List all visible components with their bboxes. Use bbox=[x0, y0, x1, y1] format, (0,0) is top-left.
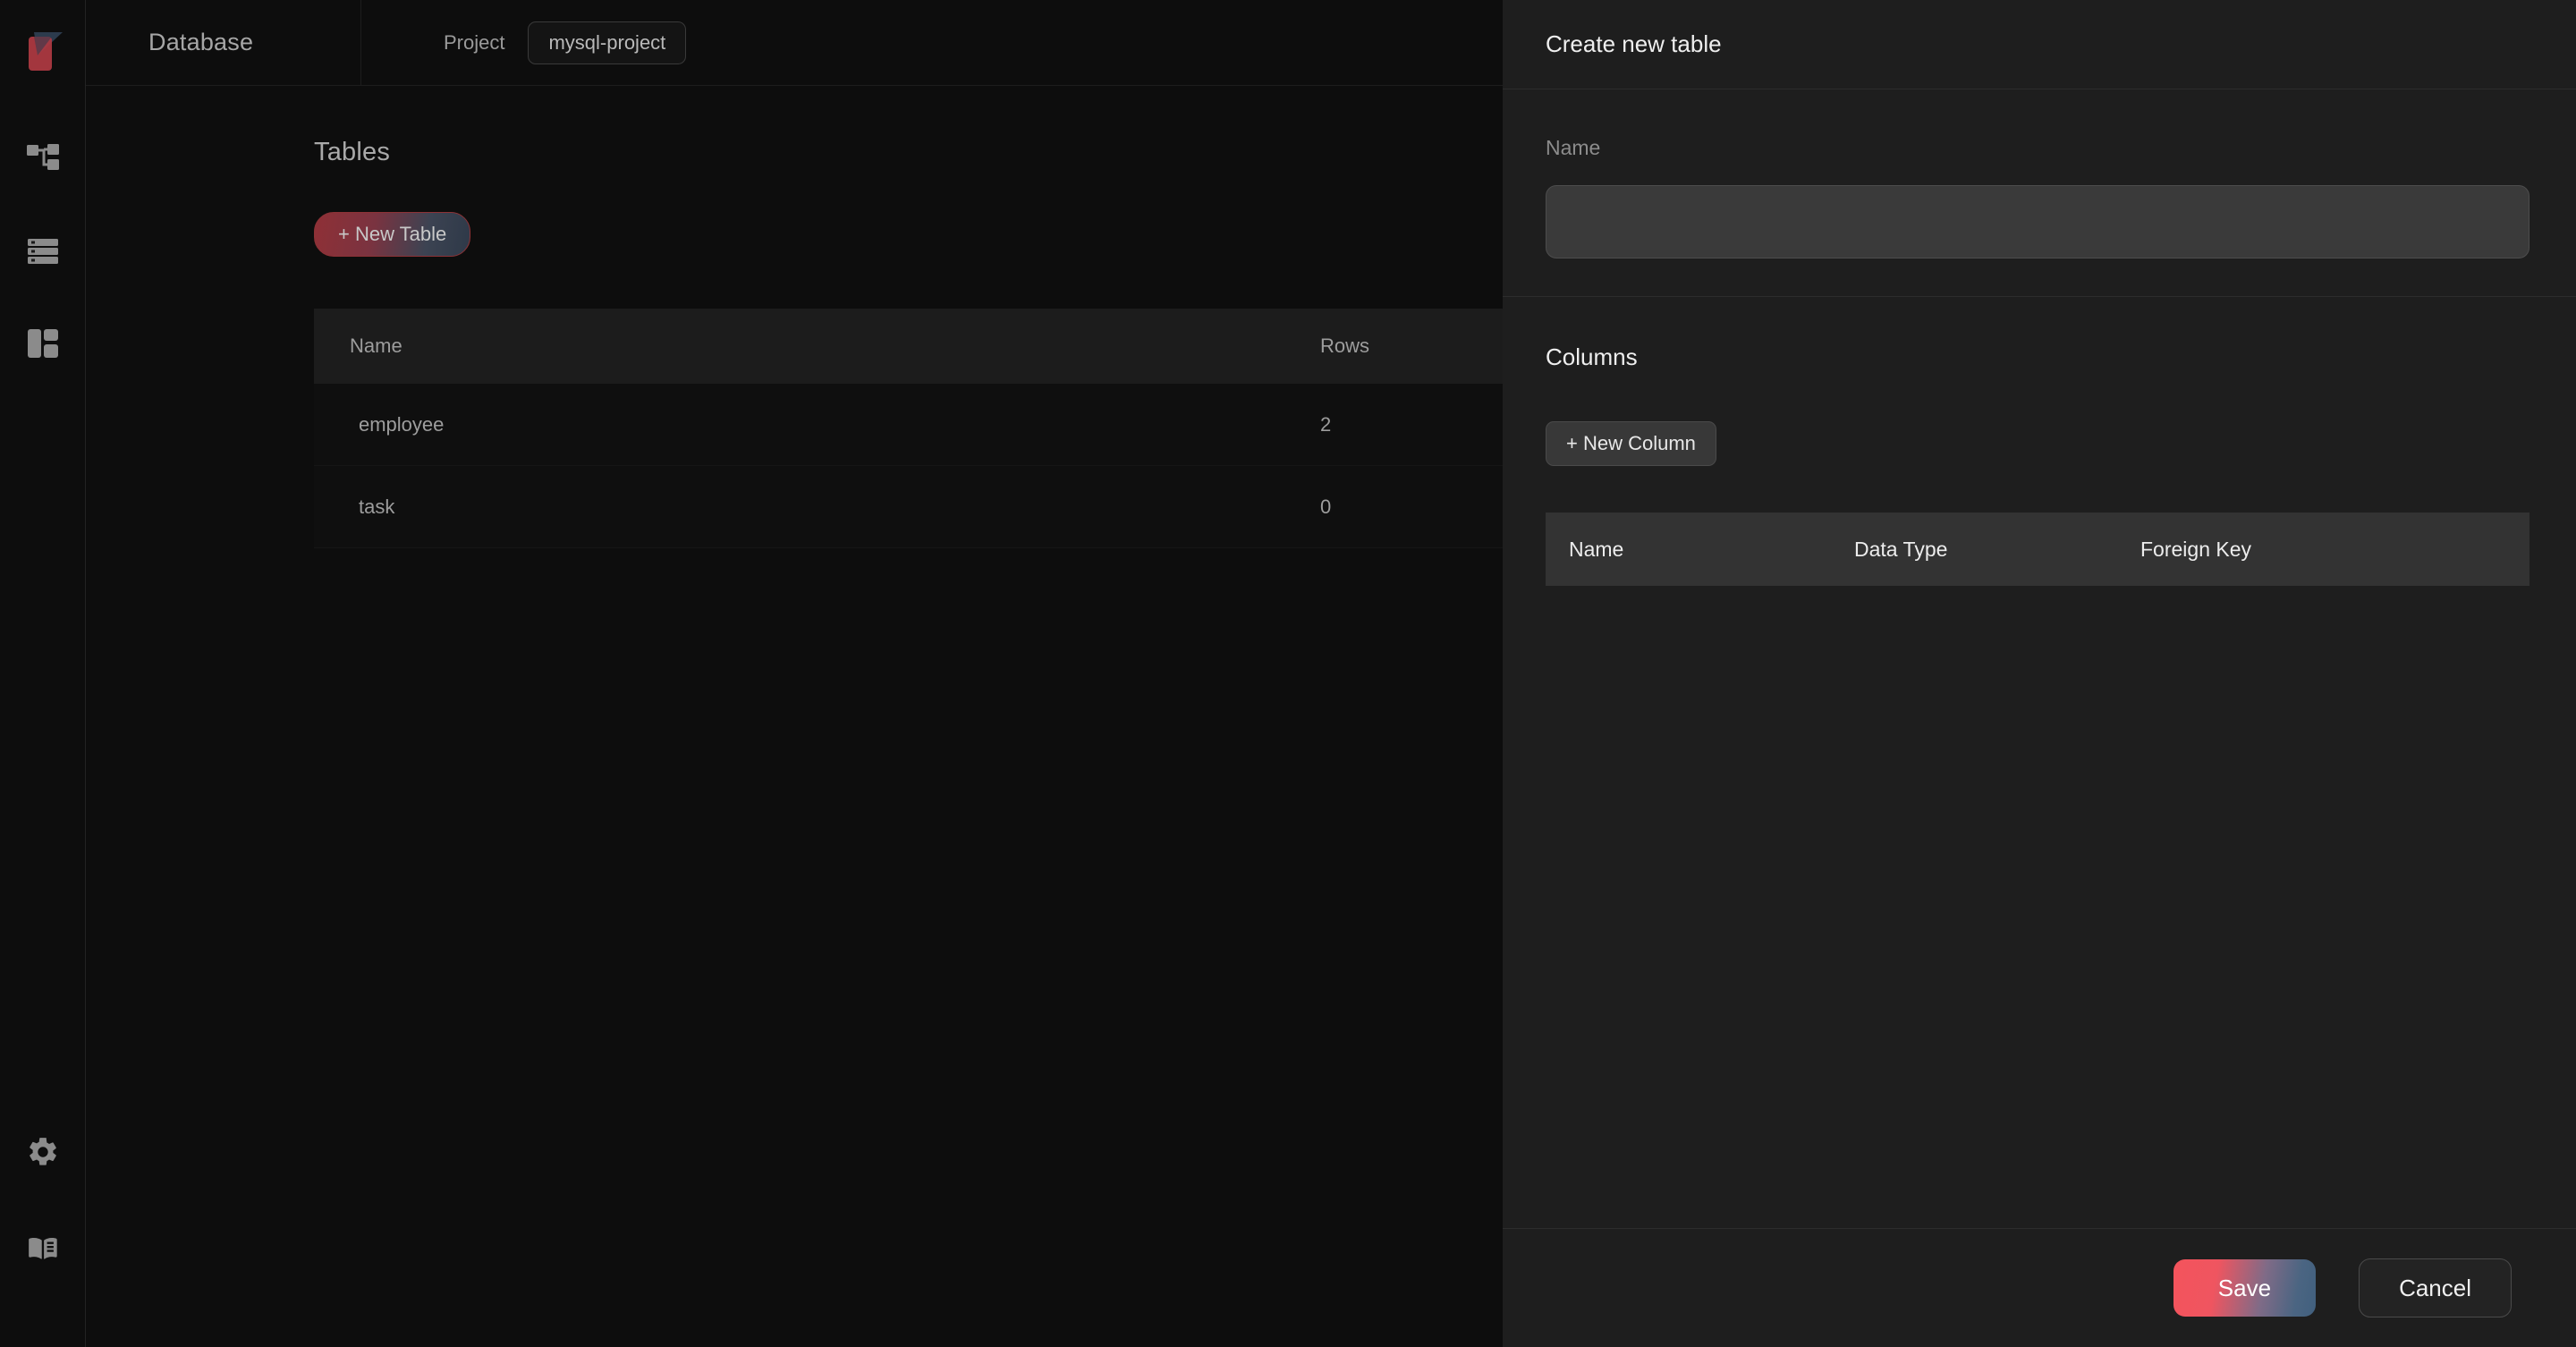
columns-section: Columns + New Column Name Data Type Fore… bbox=[1503, 297, 2576, 623]
app-logo[interactable] bbox=[18, 25, 68, 75]
tables-table-header: Name Rows bbox=[314, 309, 1589, 384]
left-icon-rail bbox=[0, 0, 86, 1347]
database-list-icon bbox=[25, 233, 61, 273]
schema-hierarchy-icon bbox=[25, 140, 61, 180]
sidebar-item-data[interactable] bbox=[18, 227, 68, 277]
cell-table-name: employee bbox=[359, 412, 445, 436]
columns-table-header: Name Data Type Foreign Key bbox=[1546, 513, 2529, 586]
page-title: Database bbox=[86, 0, 361, 85]
panel-footer: Save Cancel bbox=[1503, 1228, 2576, 1347]
project-label: Project bbox=[444, 30, 505, 54]
create-table-panel: Create new table Name Columns + New Colu… bbox=[1503, 0, 2576, 1347]
panel-title: Create new table bbox=[1503, 0, 2576, 89]
cell-table-name: task bbox=[359, 495, 395, 518]
table-row[interactable]: employee 2 bbox=[314, 384, 1589, 466]
project-selector: Project mysql-project bbox=[361, 0, 687, 85]
tables-table-body: employee 2 task 0 bbox=[314, 384, 1589, 548]
gear-icon bbox=[26, 1135, 60, 1173]
save-button[interactable]: Save bbox=[2173, 1259, 2317, 1317]
new-table-button[interactable]: + New Table bbox=[314, 212, 471, 257]
table-name-input[interactable] bbox=[1546, 185, 2529, 258]
panel-body: Name Columns + New Column Name Data Type… bbox=[1503, 89, 2576, 1228]
table-row[interactable]: task 0 bbox=[314, 466, 1589, 548]
app-root: Database Project mysql-project Tables + … bbox=[0, 0, 2576, 1347]
sidebar-item-docs[interactable] bbox=[18, 1225, 68, 1275]
column-header-data-type: Data Type bbox=[1854, 537, 1948, 561]
sidebar-item-schema[interactable] bbox=[18, 134, 68, 184]
column-header-name: Name bbox=[350, 335, 402, 357]
project-chip[interactable]: mysql-project bbox=[528, 21, 687, 64]
table-name-label: Name bbox=[1546, 136, 1601, 159]
column-header-name: Name bbox=[1569, 537, 1624, 561]
dashboard-layout-icon bbox=[25, 326, 61, 366]
columns-heading: Columns bbox=[1546, 343, 1638, 370]
new-column-button[interactable]: + New Column bbox=[1546, 421, 1716, 466]
table-name-section: Name bbox=[1503, 89, 2576, 297]
tables-table: Name Rows employee 2 task 0 bbox=[314, 309, 1589, 548]
book-icon bbox=[26, 1232, 60, 1270]
column-header-foreign-key: Foreign Key bbox=[2140, 537, 2252, 561]
sidebar-item-layout[interactable] bbox=[18, 320, 68, 370]
cancel-button[interactable]: Cancel bbox=[2359, 1258, 2512, 1317]
sidebar-item-settings[interactable] bbox=[18, 1129, 68, 1179]
